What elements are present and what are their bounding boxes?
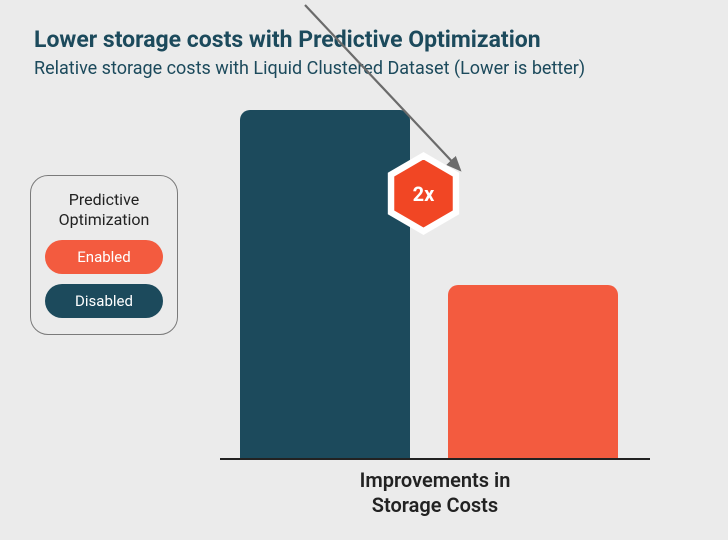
chart-title: Lower storage costs with Predictive Opti…: [34, 26, 541, 53]
legend-item-enabled: Enabled: [45, 240, 163, 274]
factor-badge: 2x: [382, 152, 465, 235]
legend-disabled-label: Disabled: [75, 292, 133, 310]
chart-subtitle: Relative storage costs with Liquid Clust…: [34, 58, 585, 79]
x-axis-line: [220, 458, 650, 460]
legend-title: Predictive Optimization: [43, 190, 165, 230]
legend-box: Predictive Optimization Enabled Disabled: [30, 175, 178, 335]
factor-label: 2x: [413, 182, 435, 206]
legend-item-disabled: Disabled: [45, 284, 163, 318]
legend-enabled-label: Enabled: [77, 248, 130, 266]
bar-enabled: [448, 285, 618, 460]
x-axis-label: Improvements inStorage Costs: [220, 468, 650, 518]
